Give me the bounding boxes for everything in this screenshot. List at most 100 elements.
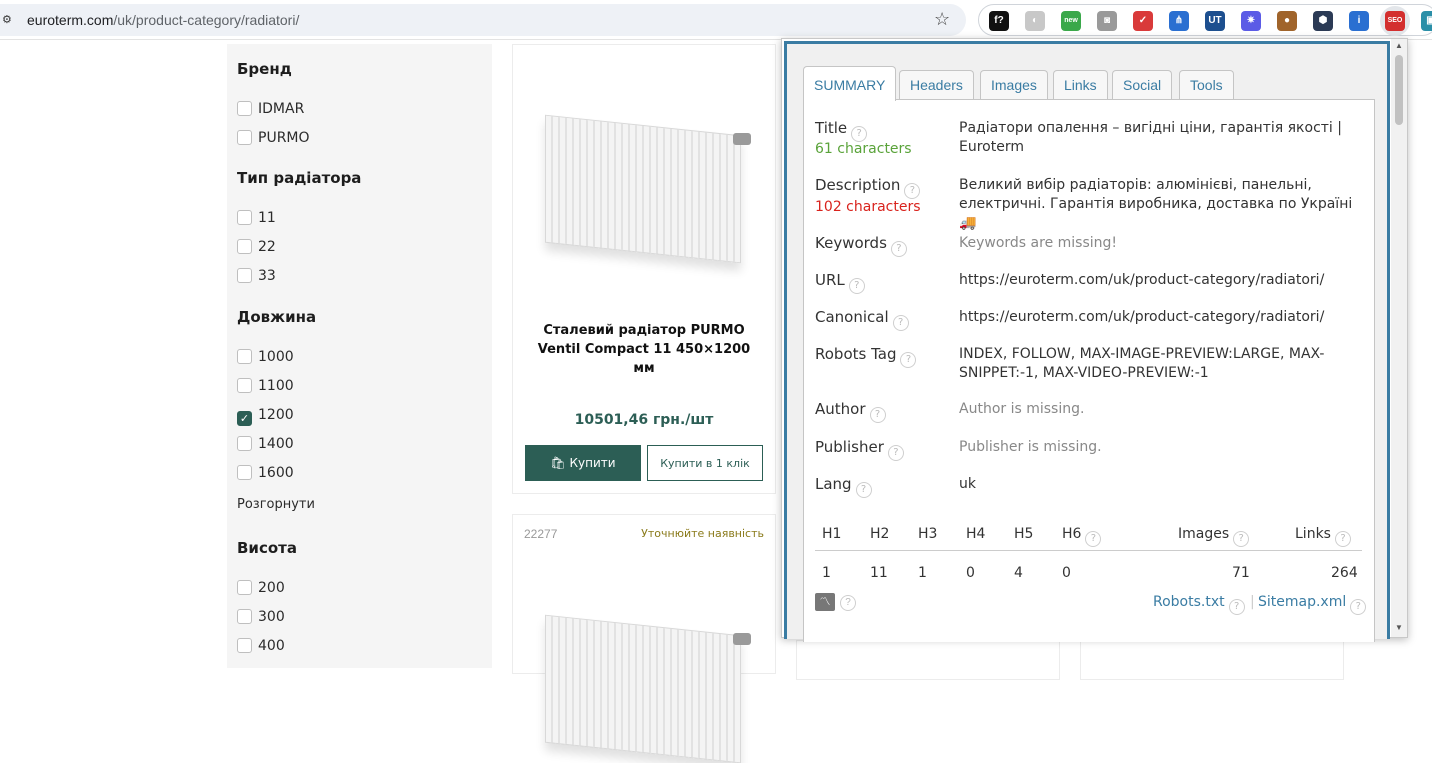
checkbox[interactable] (237, 378, 252, 393)
help-icon[interactable]: ? (840, 595, 856, 611)
seo-badge-icon[interactable]: i (1349, 11, 1369, 31)
gear-ext-icon[interactable]: ✷ (1241, 11, 1261, 31)
hex-icon[interactable]: ⬢ (1313, 11, 1333, 31)
cookie-icon[interactable]: ● (1277, 11, 1297, 31)
h2-count: 11 (870, 565, 888, 581)
radiator-panel (545, 114, 741, 264)
filter-type-22[interactable]: 22 (237, 239, 276, 257)
filter-type-11[interactable]: 11 (237, 210, 276, 228)
checkbox[interactable] (237, 130, 252, 145)
buy-button[interactable]: 🛍 Купити (525, 445, 641, 481)
fork-icon[interactable]: ⋔ (1169, 11, 1189, 31)
checkbox-checked-icon[interactable]: ✓ (237, 411, 252, 426)
url-host: euroterm.com (27, 12, 114, 28)
help-icon[interactable]: ? (1228, 599, 1245, 615)
product-image[interactable] (537, 605, 751, 763)
product-card[interactable] (1080, 640, 1344, 680)
checkbox[interactable] (237, 101, 252, 116)
filter-length-1600[interactable]: 1600 (237, 465, 294, 483)
checkbox[interactable] (237, 268, 252, 283)
canonical-value[interactable]: https://euroterm.com/uk/product-category… (959, 308, 1354, 327)
filter-height-300[interactable]: 300 (237, 609, 285, 627)
link-separator: | (1250, 594, 1255, 610)
tab-headers[interactable]: Headers (899, 70, 974, 100)
url-value[interactable]: https://euroterm.com/uk/product-category… (959, 271, 1354, 290)
camera-icon[interactable]: ◙ (1097, 11, 1117, 31)
link-text[interactable]: Sitemap.xml (1258, 594, 1346, 610)
images-header: Images? (1178, 526, 1250, 547)
scroll-down-icon[interactable]: ▼ (1395, 623, 1403, 632)
checkbox[interactable] (237, 349, 252, 364)
checkbox[interactable] (237, 465, 252, 480)
filter-height-200[interactable]: 200 (237, 580, 285, 598)
checkbox[interactable] (237, 638, 252, 653)
bookmark-star-icon[interactable]: ☆ (934, 9, 950, 30)
scroll-thumb[interactable] (1395, 55, 1403, 125)
help-icon[interactable]: ? (887, 445, 904, 461)
checkbox-ext-icon[interactable]: ✓ (1133, 11, 1153, 31)
divider (815, 550, 1362, 551)
product-image[interactable] (537, 105, 751, 264)
robots-txt-link[interactable]: Robots.txt? (1153, 594, 1245, 615)
checkbox[interactable] (237, 239, 252, 254)
filter-length-1400[interactable]: 1400 (237, 436, 294, 454)
label-text: Title (815, 119, 848, 137)
checkbox[interactable] (237, 609, 252, 624)
checkbox[interactable] (237, 436, 252, 451)
help-icon[interactable]: ? (904, 183, 921, 199)
product-title[interactable]: Сталевий радіатор PURMO Ventil Compact 1… (525, 321, 763, 378)
expand-link[interactable]: Розгорнути (237, 497, 315, 512)
sitemap-xml-link[interactable]: Sitemap.xml? (1258, 594, 1367, 615)
help-icon[interactable]: ? (851, 126, 868, 142)
h6-header: H6? (1062, 526, 1102, 547)
tab-tools[interactable]: Tools (1179, 70, 1234, 100)
filter-label: 1600 (258, 465, 294, 481)
tab-links[interactable]: Links (1053, 70, 1108, 100)
filter-length-title: Довжина (237, 308, 317, 326)
help-icon[interactable]: ? (1233, 531, 1250, 547)
help-icon[interactable]: ? (890, 241, 907, 257)
filter-brand-idmar[interactable]: IDMAR (237, 101, 304, 119)
f-question-icon[interactable]: f? (989, 11, 1009, 31)
new-extension-icon[interactable]: new (1061, 11, 1081, 31)
product-card[interactable]: 22277 Уточнюйте наявність (512, 514, 776, 763)
tab-summary[interactable]: SUMMARY (803, 66, 897, 101)
scroll-up-icon[interactable]: ▲ (1395, 41, 1403, 50)
puzzle-icon[interactable]: ▣ (1421, 11, 1432, 31)
product-card[interactable] (796, 640, 1060, 680)
help-icon[interactable]: ? (900, 352, 917, 368)
moon-icon[interactable]: ◐ (1025, 11, 1045, 31)
help-icon[interactable]: ? (892, 315, 909, 331)
popup-scrollbar[interactable]: ▲ ▼ (1391, 39, 1407, 637)
filter-length-1200[interactable]: ✓ 1200 (237, 407, 294, 426)
help-icon[interactable]: ? (855, 482, 872, 498)
filter-label: 200 (258, 580, 285, 596)
help-icon[interactable]: ? (869, 407, 886, 423)
site-settings-icon[interactable]: ⚙ (2, 14, 16, 26)
filter-label: 22 (258, 239, 276, 255)
url-text[interactable]: euroterm.com/uk/product-category/radiato… (27, 12, 299, 28)
help-icon[interactable]: ? (848, 278, 865, 294)
filter-height-400[interactable]: 400 (237, 638, 285, 656)
filter-brand-purmo[interactable]: PURMO (237, 130, 310, 148)
h2-header: H2 (870, 526, 890, 542)
help-icon[interactable]: ? (1085, 531, 1102, 547)
tab-images[interactable]: Images (980, 70, 1048, 100)
filter-label: IDMAR (258, 101, 305, 117)
filter-length-1100[interactable]: 1100 (237, 378, 294, 396)
link-text[interactable]: Robots.txt (1153, 594, 1225, 610)
help-icon[interactable]: ? (1334, 531, 1351, 547)
seo-extension-icon[interactable]: SEO (1385, 11, 1405, 31)
checkbox[interactable] (237, 580, 252, 595)
filter-type-33[interactable]: 33 (237, 268, 276, 286)
checkbox[interactable] (237, 210, 252, 225)
address-bar[interactable]: ⚙ euroterm.com/uk/product-category/radia… (0, 4, 966, 36)
one-click-buy-button[interactable]: Купити в 1 клік (647, 445, 763, 481)
tab-social[interactable]: Social (1112, 70, 1173, 100)
help-icon[interactable]: ? (1350, 599, 1367, 615)
filter-sidebar: Бренд IDMAR PURMO Тип радіатора 11 22 33… (227, 44, 492, 668)
ut-icon[interactable]: UT (1205, 11, 1225, 31)
chart-icon[interactable]: 〽 (815, 593, 835, 611)
filter-length-1000[interactable]: 1000 (237, 349, 294, 367)
product-card[interactable]: Сталевий радіатор PURMO Ventil Compact 1… (512, 44, 776, 494)
